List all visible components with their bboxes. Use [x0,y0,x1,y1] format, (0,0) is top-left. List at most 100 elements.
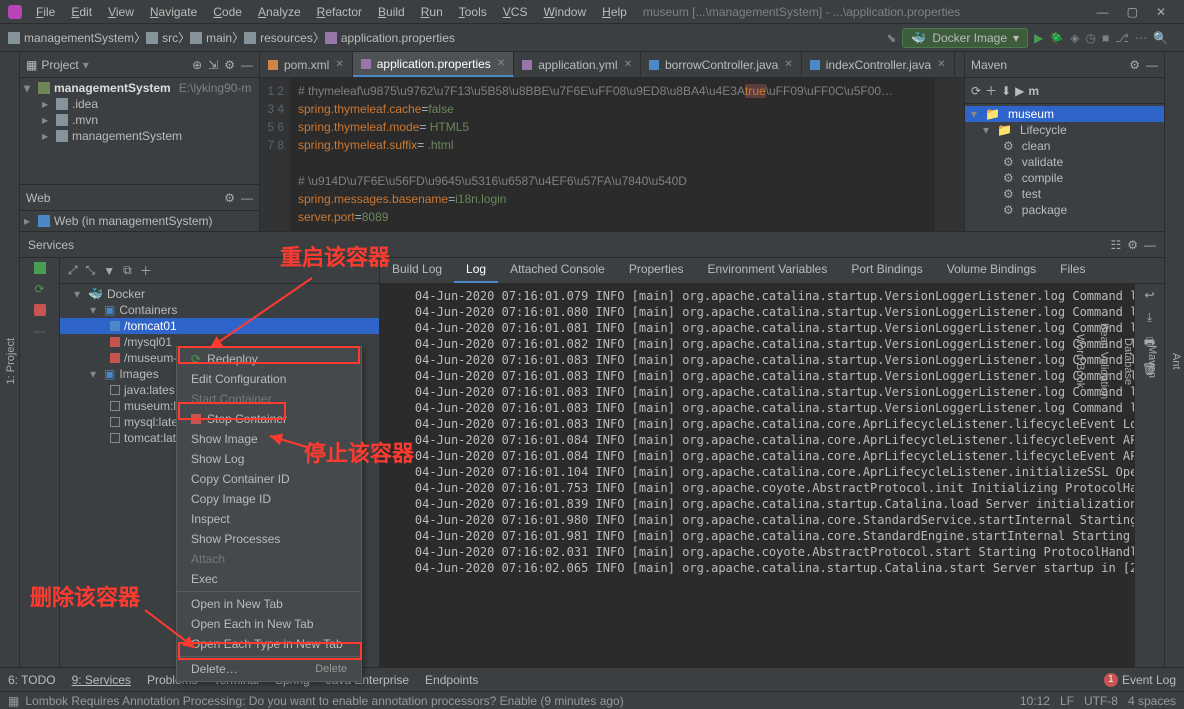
refresh-icon[interactable]: ⟳ [971,84,981,98]
menu-navigate[interactable]: Navigate [142,3,205,21]
services-tab[interactable]: Attached Console [498,258,617,283]
toolwindow-tab[interactable]: 6: TODO [8,673,56,687]
tree-item[interactable]: ▸ .mvn [20,112,259,128]
gear-icon[interactable]: ⚙ [1129,58,1140,72]
menu-edit[interactable]: Edit [63,3,100,21]
menu-analyze[interactable]: Analyze [250,3,309,21]
menu-item[interactable]: Show Log [177,449,361,469]
side-tab[interactable]: Database [1120,332,1136,391]
encoding[interactable]: UTF-8 [1084,694,1118,708]
scroll-end-icon[interactable]: ⤓ [1147,310,1152,325]
close-icon[interactable]: ✕ [497,58,505,69]
side-tab[interactable]: Maven [1144,339,1160,384]
breadcrumb-item[interactable]: managementSystem [8,31,134,45]
side-tab[interactable]: Word Book [1072,328,1088,394]
menu-item[interactable]: Stop Container [177,409,361,429]
stop-icon[interactable] [34,304,46,316]
menu-item[interactable]: Edit Configuration [177,369,361,389]
git-icon[interactable]: ⎇ [1115,31,1129,45]
menu-tools[interactable]: Tools [451,3,495,21]
caret-position[interactable]: 10:12 [1020,694,1050,708]
tree-item[interactable]: /tomcat01 [60,318,379,334]
close-icon[interactable]: ✕ [624,59,632,70]
menu-item[interactable]: Show Processes [177,529,361,549]
run-icon[interactable]: ▶ [1034,31,1043,45]
menu-build[interactable]: Build [370,3,413,21]
menu-file[interactable]: File [28,3,63,21]
status-message[interactable]: Lombok Requires Annotation Processing: D… [25,694,623,708]
build-icon[interactable]: ⬊ [886,31,896,45]
menu-view[interactable]: View [100,3,142,21]
breadcrumb-item[interactable]: resources [244,31,313,45]
filter-icon[interactable]: ▼ [103,264,115,278]
side-tab[interactable]: 1: Project [3,332,19,390]
services-tab[interactable]: Build Log [380,258,454,283]
tree-item[interactable]: ⚙clean [965,138,1164,154]
download-icon[interactable]: ⬇ [1001,84,1011,98]
hide-icon[interactable]: — [241,191,253,205]
services-tab[interactable]: Files [1048,258,1097,283]
tree-item[interactable]: ⚙test [965,186,1164,202]
group-icon[interactable]: ⧉ [123,263,132,278]
breadcrumb-item[interactable]: application.properties [325,31,455,45]
services-tab[interactable]: Log [454,258,498,283]
profile-icon[interactable]: ◷ [1085,31,1095,45]
close-icon[interactable]: ✕ [1156,5,1166,19]
tree-item[interactable]: ▾▣ Containers [60,302,379,318]
editor-tab[interactable]: pom.xml✕ [260,52,353,77]
menu-item[interactable]: ⟳Redeploy [177,349,361,369]
locate-icon[interactable]: ⊕ [192,58,202,72]
run-config-select[interactable]: 🐳 Docker Image ▾ [902,28,1028,48]
menu-code[interactable]: Code [205,3,250,21]
close-icon[interactable]: ✕ [784,59,792,70]
minimize-icon[interactable]: — [1097,5,1109,19]
run-icon[interactable]: ▶ [1015,84,1024,98]
tree-item[interactable]: ▾🐳 Docker [60,286,379,302]
toolwindow-tab[interactable]: 9: Services [72,673,131,687]
search-icon[interactable]: 🔍 [1153,31,1168,45]
tree-root[interactable]: ▾ managementSystem E:\lyking90-m [20,80,259,96]
menu-item[interactable]: Open Each in New Tab [177,614,361,634]
run-icon[interactable] [34,262,46,274]
editor-tab[interactable]: indexController.java✕ [802,52,955,77]
services-tab[interactable]: Port Bindings [839,258,934,283]
editor-tab[interactable]: application.yml✕ [514,52,641,77]
rerun-icon[interactable]: ⟳ [34,282,44,296]
menu-run[interactable]: Run [413,3,451,21]
maximize-icon[interactable]: ▢ [1127,5,1138,19]
stop-icon[interactable]: ■ [1102,31,1109,45]
menu-item[interactable]: Open Each Type in New Tab [177,634,361,654]
tree-item[interactable]: ⚙validate [965,154,1164,170]
tree-item[interactable]: ▸ managementSystem [20,128,259,144]
code-area[interactable]: # thymeleaf\u9875\u9762\u7F13\u5B58\u8BB… [290,78,934,231]
menu-item[interactable]: Show Image [177,429,361,449]
side-tab[interactable]: Ant [1168,347,1184,376]
gear-icon[interactable]: ⚙ [224,191,235,205]
close-icon[interactable]: ✕ [335,59,343,70]
coverage-icon[interactable]: ◈ [1070,31,1079,45]
breadcrumb-item[interactable]: src [146,31,178,45]
minimap[interactable] [934,78,964,231]
close-icon[interactable]: ✕ [937,59,945,70]
soft-wrap-icon[interactable]: ↩ [1144,288,1154,302]
expand-icon[interactable]: ⤢ [68,263,78,278]
more-icon[interactable]: ⋯ [1135,31,1147,45]
menu-item[interactable]: Delete…Delete [177,659,361,679]
services-tab[interactable]: Properties [617,258,696,283]
add-icon[interactable]: ＋ [985,82,997,99]
editor-tab[interactable]: application.properties✕ [353,52,514,77]
breadcrumb-item[interactable]: main [190,31,232,45]
tree-item[interactable]: ⚙package [965,202,1164,218]
status-icon[interactable]: ▦ [8,694,19,708]
tree-item[interactable]: ▸ Web (in managementSystem) [20,213,259,229]
hide-icon[interactable]: — [1146,58,1158,72]
event-log[interactable]: 1 Event Log [1104,673,1176,687]
menu-item[interactable]: Open in New Tab [177,594,361,614]
menu-vcs[interactable]: VCS [495,3,536,21]
hide-icon[interactable]: — [241,58,253,72]
tree-item[interactable]: ▸ .idea [20,96,259,112]
editor-tab[interactable]: borrowController.java✕ [641,52,802,77]
tree-item[interactable]: ▾📁museum [965,106,1164,122]
add-icon[interactable]: ＋ [140,262,152,279]
layout-icon[interactable]: ☷ [1110,238,1121,252]
